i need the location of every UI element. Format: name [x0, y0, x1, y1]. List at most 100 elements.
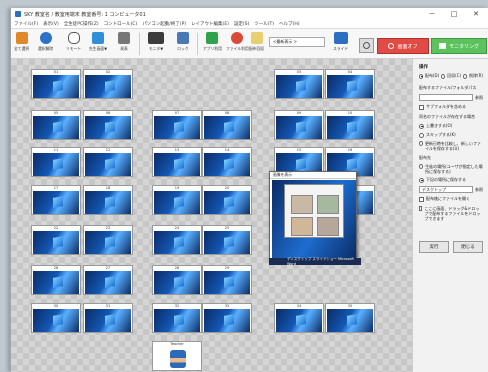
student-pc[interactable]: 19	[152, 185, 202, 215]
source-path-input[interactable]	[419, 94, 473, 101]
student-pc[interactable]: 04	[325, 69, 375, 99]
distribute-radio[interactable]	[419, 73, 423, 79]
dest-select[interactable]: デスクトップ	[419, 186, 473, 193]
menu-tools[interactable]: ツール(T)	[254, 21, 274, 27]
pc-screen-thumbnail	[154, 271, 200, 294]
student-pc[interactable]: 23	[83, 225, 133, 255]
menu-layout[interactable]: レイアウト編集(E)	[191, 21, 229, 27]
maximize-button[interactable]: □	[443, 8, 465, 20]
image-thumbnail[interactable]	[317, 195, 339, 214]
student-pc[interactable]: 29	[202, 265, 252, 295]
menu-file[interactable]: ファイル(F)	[14, 21, 38, 27]
student-pc[interactable]: 27	[83, 265, 133, 295]
student-pc[interactable]: 17	[31, 185, 81, 215]
overwrite-radio[interactable]	[419, 123, 424, 129]
present-button[interactable]: 発表	[118, 32, 130, 57]
menu-power[interactable]: パソコン起動/終了(P)	[142, 21, 186, 27]
image-thumbnail[interactable]	[291, 195, 313, 214]
image-thumbnail[interactable]	[291, 217, 313, 236]
source-label: 配布するファイル/フォルダパス	[419, 85, 477, 90]
student-pc[interactable]: 32	[152, 303, 202, 333]
app-usage-button[interactable]: アプリ利用	[203, 32, 222, 57]
pc-screen-thumbnail	[154, 347, 200, 370]
student-pc[interactable]: 26	[31, 265, 81, 295]
menu-settings[interactable]: 設定(S)	[234, 21, 249, 27]
student-pc[interactable]: 33	[202, 303, 252, 333]
student-pc[interactable]: 24	[152, 225, 202, 255]
student-pc[interactable]: 01	[31, 69, 81, 99]
student-pc[interactable]: 34	[274, 303, 324, 333]
pc-screen-thumbnail	[204, 271, 250, 294]
view-dropdown[interactable]: <最新表示 >	[269, 37, 325, 47]
pc-screen-thumbnail	[85, 75, 131, 98]
toolbar-separator	[197, 33, 198, 55]
menu-all-pc[interactable]: 全生徒PC操作(Z)	[64, 21, 99, 27]
dest-browse-button[interactable]: 参照	[475, 187, 483, 193]
subfolder-checkbox[interactable]	[419, 104, 424, 110]
student-pc[interactable]: 09	[274, 110, 324, 140]
student-pc[interactable]: 31	[83, 303, 133, 333]
operation-options: 配布(D) 回収(C) 削除(R)	[419, 73, 483, 79]
student-pc[interactable]: 13	[152, 147, 202, 177]
close-panel-button[interactable]: 閉じる	[453, 241, 483, 253]
student-pc[interactable]: 08	[202, 110, 252, 140]
student-pc[interactable]: 11	[31, 147, 81, 177]
pc-screen-thumbnail	[204, 116, 250, 139]
stop-button[interactable]	[359, 38, 374, 53]
close-button[interactable]: ✕	[465, 8, 487, 20]
teacher-screen-button[interactable]: 先生画面▼	[89, 32, 107, 57]
menu-view[interactable]: 表示(V)	[43, 21, 59, 27]
file-usage-button[interactable]: ファイル利用	[226, 32, 249, 57]
teacher-pc[interactable]: Teacher	[152, 341, 202, 371]
stop-icon	[363, 42, 370, 49]
delete-radio[interactable]	[463, 73, 468, 79]
remote-button[interactable]: リモート	[66, 32, 81, 57]
student-pc[interactable]: 05	[31, 110, 81, 140]
distribute-button[interactable]: 配布回収	[249, 32, 264, 57]
image-thumbnail[interactable]	[317, 217, 339, 236]
app-icon	[15, 11, 21, 17]
monitoring-button[interactable]: モニタリング	[431, 38, 487, 54]
monitoring-icon	[438, 43, 446, 49]
student-pc[interactable]: 25	[202, 225, 252, 255]
student-pc[interactable]: 12	[83, 147, 133, 177]
skip-radio[interactable]	[419, 132, 424, 138]
minimize-button[interactable]: －	[421, 8, 443, 20]
pc-screen-thumbnail	[154, 231, 200, 254]
screen-off-button[interactable]: 画面オフ	[377, 38, 429, 54]
dest-fixed-radio[interactable]	[419, 177, 424, 183]
student-pc[interactable]: 03	[274, 69, 324, 99]
toolbar-separator	[139, 33, 140, 55]
menu-help[interactable]: ヘルプ(H)	[279, 21, 299, 27]
drag-note-checkbox[interactable]	[419, 206, 423, 211]
image-viewer-dialog[interactable]: 画像を表示	[269, 171, 357, 261]
select-all-icon	[15, 32, 28, 44]
run-button[interactable]: 実行	[419, 241, 449, 253]
student-pc[interactable]: 14	[202, 147, 252, 177]
student-pc[interactable]: 28	[152, 265, 202, 295]
dest-user-radio[interactable]	[419, 164, 424, 169]
student-pc[interactable]: 06	[83, 110, 133, 140]
student-pc[interactable]: 18	[83, 185, 133, 215]
select-all-button[interactable]: 全て選択	[14, 32, 29, 57]
monitor-button[interactable]: モニタ▼	[148, 32, 164, 57]
student-pc[interactable]: 30	[31, 303, 81, 333]
lock-icon	[177, 32, 189, 44]
source-row: 参照	[419, 94, 483, 101]
slide-button[interactable]: スライド	[333, 32, 348, 57]
student-pc[interactable]: 22	[31, 225, 81, 255]
student-pc[interactable]: 35	[325, 303, 375, 333]
lock-button[interactable]: ロック	[177, 32, 189, 57]
rename-radio[interactable]	[419, 141, 423, 146]
deselect-button[interactable]: 選択解除	[38, 32, 53, 57]
pc-screen-thumbnail	[33, 191, 79, 214]
student-pc[interactable]: 07	[152, 110, 202, 140]
student-pc[interactable]: 02	[83, 69, 133, 99]
browse-button[interactable]: 参照	[475, 95, 483, 101]
menu-control[interactable]: コントロール(C)	[104, 21, 138, 27]
student-pc[interactable]: 20	[202, 185, 252, 215]
student-pc[interactable]: 10	[325, 110, 375, 140]
pc-screen-thumbnail	[327, 116, 373, 139]
collect-radio[interactable]	[441, 73, 446, 79]
open-after-checkbox[interactable]	[419, 196, 424, 202]
